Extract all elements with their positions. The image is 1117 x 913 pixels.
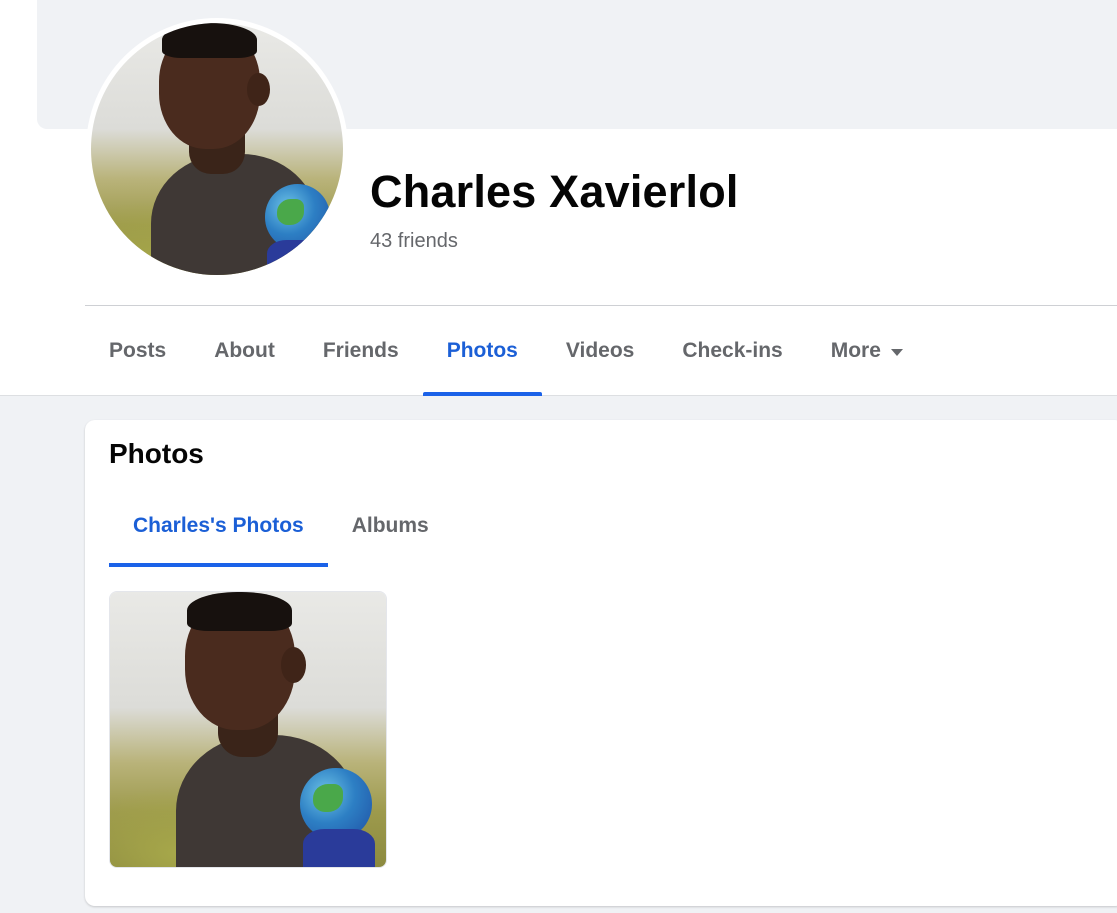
- tab-label: Photos: [446, 339, 518, 362]
- tab-label: Check-ins: [682, 339, 783, 362]
- subtab-albums[interactable]: Albums: [328, 484, 453, 567]
- tab-label: Posts: [109, 339, 167, 362]
- photos-subtabs: Charles's Photos Albums: [109, 484, 453, 567]
- profile-tabs: Posts About Friends Photos Videos Check-…: [85, 306, 927, 396]
- profile-header: Charles Xavierlol 43 friends Posts About…: [0, 0, 1117, 396]
- tab-more[interactable]: More: [807, 306, 927, 396]
- tab-about[interactable]: About: [190, 306, 299, 396]
- tab-label: More: [830, 339, 881, 362]
- subtab-label: Albums: [351, 513, 429, 537]
- photos-card: Photos Charles's Photos Albums: [85, 420, 1117, 906]
- subtab-user-photos[interactable]: Charles's Photos: [109, 484, 328, 567]
- subtab-label: Charles's Photos: [133, 513, 304, 537]
- tab-photos[interactable]: Photos: [422, 306, 543, 396]
- avatar-image: [91, 23, 343, 275]
- tab-label: Videos: [565, 339, 635, 362]
- tab-label: Friends: [322, 339, 399, 362]
- tab-posts[interactable]: Posts: [85, 306, 190, 396]
- profile-page: Charles Xavierlol 43 friends Posts About…: [0, 0, 1117, 913]
- photos-title: Photos: [109, 438, 204, 469]
- friends-count[interactable]: 43 friends: [370, 230, 458, 253]
- photo-thumbnail[interactable]: [109, 591, 387, 868]
- profile-name: Charles Xavierlol: [370, 166, 739, 217]
- profile-avatar[interactable]: [86, 18, 348, 280]
- photo-image: [110, 592, 386, 867]
- caret-down-icon: [890, 349, 903, 356]
- tab-friends[interactable]: Friends: [299, 306, 423, 396]
- tab-label: About: [214, 339, 275, 362]
- tab-check-ins[interactable]: Check-ins: [658, 306, 806, 396]
- tab-videos[interactable]: Videos: [542, 306, 658, 396]
